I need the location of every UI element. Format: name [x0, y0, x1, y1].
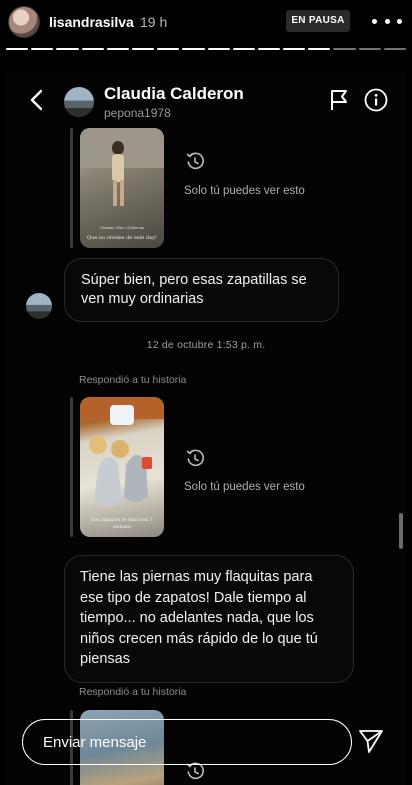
message-timestamp: 12 de octubre 1:53 p. m.: [146, 339, 266, 351]
photo-person-icon: [80, 128, 164, 206]
message-bubble: Súper bien, pero esas zapatillas se ven …: [64, 258, 339, 322]
story-header: lisandrasilva 19 h EN PAUSA: [0, 0, 412, 44]
send-message-input[interactable]: [22, 719, 352, 765]
replied-story-label: Respondió a tu historia: [79, 374, 187, 386]
photo-shoes-icon: [80, 397, 164, 506]
sender-avatar: [26, 293, 52, 319]
story-progress-segment: [6, 48, 29, 50]
back-arrow-icon: [30, 89, 43, 111]
story-progress-segment: [232, 48, 255, 50]
story-progress-segment: [182, 48, 205, 50]
story-progress-segment: [207, 48, 230, 50]
story-avatar[interactable]: [8, 6, 40, 38]
replay-icon: [186, 152, 205, 170]
story-progress-segment: [358, 48, 381, 50]
message-bubble: Tiene las piernas muy flaquitas para ese…: [64, 555, 354, 683]
replay-icon: [186, 449, 205, 467]
only-you-label: Solo tú puedes ver esto: [184, 481, 305, 493]
story-username[interactable]: lisandrasilva: [49, 14, 134, 30]
flag-icon: [331, 90, 347, 110]
dm-header: Claudia Calderon pepona1978: [6, 70, 406, 130]
only-you-label: Solo tú puedes ver esto: [184, 185, 305, 197]
story-progress-segment: [131, 48, 155, 50]
pause-badge: EN PAUSA: [286, 10, 350, 32]
story-progress-segment: [283, 48, 306, 50]
thumb-handle: Claudia • Elia • Guillermo: [99, 225, 145, 230]
story-progress-bar: [6, 48, 406, 50]
story-thumbnail: Los zapatos le duraron 1 minuto: [80, 397, 164, 537]
story-progress-segment: [106, 48, 129, 50]
story-progress-segment: [56, 48, 79, 50]
more-icon[interactable]: [372, 10, 402, 32]
story-progress-segment: [308, 48, 331, 50]
contact-avatar: [64, 87, 94, 117]
dm-screenshot: Claudia Calderon pepona1978 Que no olvid…: [6, 70, 406, 785]
story-progress-segment: [257, 48, 281, 50]
story-progress-segment: [157, 48, 180, 50]
contact-handle: pepona1978: [104, 106, 171, 120]
replied-story-label: Respondió a tu historia: [79, 686, 187, 698]
story-thumbnail: Que no olvides de este day! Claudia • El…: [80, 128, 164, 248]
scrollbar-thumb: [399, 513, 403, 549]
story-progress-segment: [383, 48, 406, 50]
thumb-caption: Los zapatos le duraron 1 minuto: [90, 517, 154, 530]
info-icon: [364, 88, 388, 112]
reply-indicator: [70, 397, 73, 537]
story-progress-segment: [333, 48, 356, 50]
reply-indicator: [70, 128, 73, 248]
send-icon[interactable]: [357, 727, 385, 755]
story-time: 19 h: [140, 14, 168, 30]
contact-name: Claudia Calderon: [104, 84, 244, 103]
story-progress-segment: [31, 48, 54, 50]
story-progress-segment: [81, 48, 104, 50]
thumb-caption: Que no olvides de este day!: [87, 235, 157, 241]
